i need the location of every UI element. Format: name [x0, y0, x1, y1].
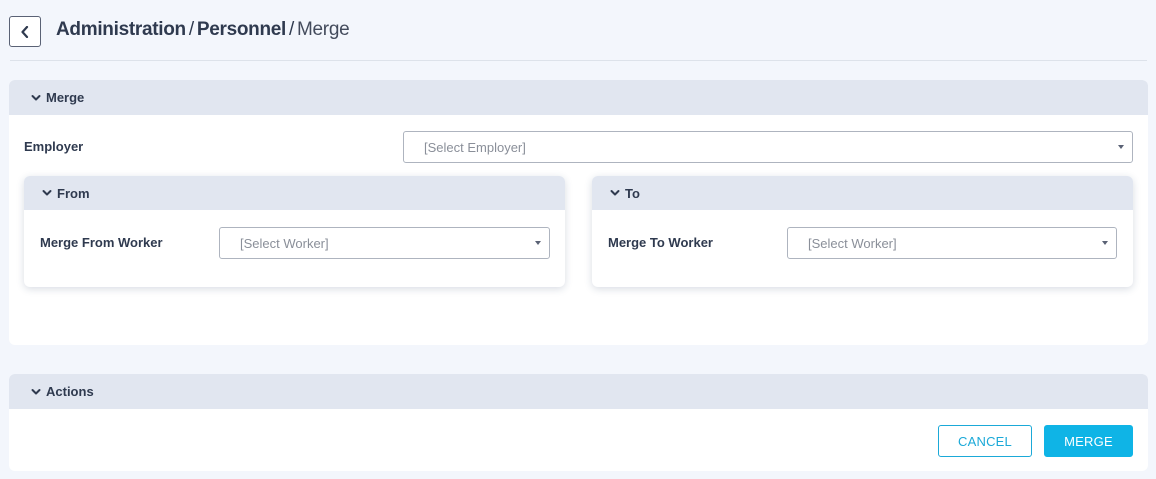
back-button[interactable]: [9, 16, 41, 47]
actions-section: Actions CANCEL MERGE: [9, 374, 1148, 471]
dropdown-caret-icon: [1118, 145, 1124, 149]
to-panel: To Merge To Worker [Select Worker]: [592, 176, 1133, 287]
from-panel: From Merge From Worker [Select Worker]: [24, 176, 565, 287]
breadcrumb-current-page: Merge: [297, 19, 350, 40]
merge-to-worker-select[interactable]: [Select Worker]: [787, 227, 1117, 259]
to-panel-header[interactable]: To: [592, 176, 1133, 210]
chevron-left-icon: [21, 25, 29, 38]
breadcrumb-administration[interactable]: Administration: [56, 19, 186, 41]
merge-button[interactable]: MERGE: [1044, 425, 1133, 457]
breadcrumb-personnel[interactable]: Personnel: [197, 19, 286, 41]
employer-label: Employer: [24, 139, 84, 154]
cancel-button[interactable]: CANCEL: [938, 425, 1032, 457]
merge-from-worker-select[interactable]: [Select Worker]: [219, 227, 550, 259]
merge-section-header[interactable]: Merge: [9, 80, 1148, 115]
actions-section-title: Actions: [46, 384, 94, 399]
dropdown-caret-icon: [1102, 241, 1108, 245]
employer-select-placeholder: [Select Employer]: [424, 139, 526, 155]
dropdown-caret-icon: [535, 241, 541, 245]
chevron-down-icon: [42, 190, 52, 196]
from-panel-header[interactable]: From: [24, 176, 565, 210]
employer-select[interactable]: [Select Employer]: [403, 131, 1133, 163]
merge-from-worker-placeholder: [Select Worker]: [240, 235, 329, 251]
merge-to-worker-label: Merge To Worker: [608, 235, 713, 250]
merge-to-worker-placeholder: [Select Worker]: [808, 235, 897, 251]
to-panel-title: To: [625, 185, 640, 201]
breadcrumb: Administration / Personnel / Merge: [56, 19, 350, 41]
breadcrumb-separator: /: [188, 19, 194, 40]
header-divider: [10, 60, 1147, 61]
page-header: Administration / Personnel / Merge: [0, 0, 1156, 61]
merge-section: Merge Employer [Select Employer] From Me…: [9, 80, 1148, 345]
merge-from-worker-label: Merge From Worker: [40, 235, 163, 250]
merge-section-title: Merge: [46, 90, 85, 105]
chevron-down-icon: [31, 388, 41, 394]
actions-section-header[interactable]: Actions: [9, 374, 1148, 409]
chevron-down-icon: [610, 190, 620, 196]
from-panel-title: From: [57, 185, 90, 201]
breadcrumb-separator: /: [289, 19, 294, 40]
chevron-down-icon: [31, 94, 41, 100]
